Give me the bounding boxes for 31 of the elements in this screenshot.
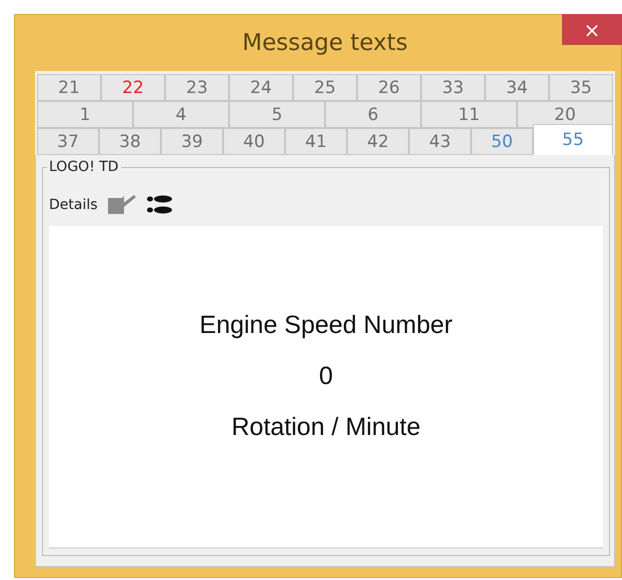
tab[interactable]: 24 [229,74,293,101]
tab[interactable]: 22 [101,74,165,101]
tab[interactable]: 55 [533,124,613,155]
tab[interactable]: 41 [285,128,347,155]
tab[interactable]: 25 [293,74,357,101]
window-title: Message texts [242,30,408,56]
tab[interactable]: 34 [485,74,549,101]
tab[interactable]: 6 [325,101,421,128]
tab[interactable]: 43 [409,128,471,155]
details-label: Details [49,197,98,213]
tab[interactable]: 35 [549,74,613,101]
tab[interactable]: 21 [37,74,101,101]
display-text: 0 [319,362,333,391]
tab[interactable]: 39 [161,128,223,155]
display-text: Rotation / Minute [232,413,420,442]
tab[interactable]: 40 [223,128,285,155]
tab[interactable]: 11 [421,101,517,128]
tab[interactable]: 37 [37,128,99,155]
tab[interactable]: 42 [347,128,409,155]
display-text: Engine Speed Number [200,311,452,340]
tab[interactable]: 33 [421,74,485,101]
tab[interactable]: 38 [99,128,161,155]
tab[interactable]: 50 [471,128,533,155]
list-icon[interactable] [146,194,174,216]
tab[interactable]: 26 [357,74,421,101]
tab[interactable]: 5 [229,101,325,128]
tab[interactable]: 23 [165,74,229,101]
tab[interactable]: 4 [133,101,229,128]
close-button[interactable]: × [562,14,622,45]
edit-icon[interactable] [108,194,136,216]
tab[interactable]: 1 [37,101,133,128]
